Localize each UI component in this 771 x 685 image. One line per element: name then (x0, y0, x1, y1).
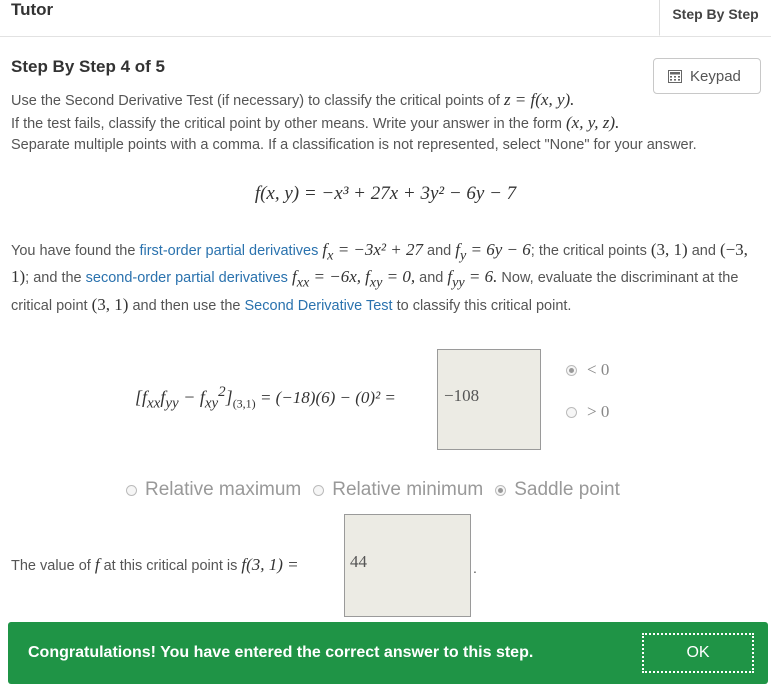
problem-instructions: Use the Second Derivative Test (if neces… (11, 89, 731, 156)
text: and then use the (128, 297, 245, 314)
discriminant-answer: −108 (444, 386, 480, 405)
value-question: The value of f at this critical point is… (11, 555, 299, 574)
step-heading: Step By Step 4 of 5 (11, 57, 165, 76)
option-label: Relative minimum (332, 479, 484, 500)
fxy-math: fxy = 0, (365, 267, 416, 291)
critical-point-1: (3, 1) (650, 240, 688, 259)
option-label: < 0 (587, 360, 610, 379)
period: . (473, 560, 477, 576)
sign-option-positive[interactable]: > 0 (566, 402, 609, 422)
tutor-header: Tutor Step By Step (0, 0, 771, 37)
value-answer-box[interactable]: 44 (344, 514, 471, 617)
intro-line2: If the test fails, classify the critical… (11, 116, 566, 132)
fx-math: fx = −3x² + 27 (322, 240, 423, 264)
option-relative-minimum[interactable]: Relative minimum (313, 479, 483, 501)
ok-button[interactable]: OK (642, 633, 754, 673)
radio-icon[interactable] (126, 484, 137, 496)
function-formula: f(x, y) = −x³ + 27x + 3y² − 6y − 7 (254, 183, 517, 204)
derivatives-summary: You have found the first-order partial d… (11, 239, 756, 317)
fyy-math: fyy = 6. (447, 267, 498, 291)
success-message: Congratulations! You have entered the co… (28, 644, 534, 661)
first-order-derivatives-link[interactable]: first-order partial derivatives (139, 243, 318, 259)
option-relative-maximum[interactable]: Relative maximum (126, 479, 301, 501)
text: and (687, 243, 720, 259)
option-label: Saddle point (514, 479, 620, 500)
radio-icon[interactable] (566, 364, 577, 376)
radio-icon[interactable] (495, 484, 507, 496)
critical-point-3: (3, 1) (91, 294, 129, 314)
text: and (415, 270, 448, 287)
tab-step-by-step[interactable]: Step By Step (659, 0, 771, 36)
text: ; the critical points (530, 243, 651, 259)
fxx-math: fxx = −6x, (291, 267, 362, 291)
keypad-icon (668, 69, 682, 83)
success-banner: Congratulations! You have entered the co… (8, 622, 768, 684)
discriminant-expression: [fxxfyy − fxy2](3,1) = (−18)(6) − (0)² = (135, 384, 396, 412)
text: ; and the (25, 270, 86, 287)
option-saddle-point[interactable]: Saddle point (495, 479, 620, 501)
page-title: Tutor (11, 0, 54, 19)
intro-line1: Use the Second Derivative Test (if neces… (11, 93, 504, 109)
text: You have found the (11, 243, 140, 259)
radio-icon[interactable] (313, 484, 325, 496)
intro-math-form: (x, y, z). (565, 113, 620, 132)
text: to classify this critical point. (392, 297, 572, 314)
radio-icon[interactable] (566, 406, 577, 418)
classification-options: Relative maximum Relative minimum Saddle… (126, 479, 632, 501)
fy-math: fy = 6y − 6 (455, 240, 531, 264)
intro-line3: Separate multiple points with a comma. I… (11, 137, 697, 153)
second-derivative-test-link[interactable]: Second Derivative Test (245, 298, 393, 314)
text: and (423, 243, 456, 259)
option-label: > 0 (587, 402, 610, 421)
keypad-label: Keypad (690, 67, 741, 85)
sign-option-negative[interactable]: < 0 (566, 360, 609, 380)
option-label: Relative maximum (145, 479, 302, 500)
value-answer: 44 (350, 552, 367, 571)
second-order-derivatives-link[interactable]: second-order partial derivatives (86, 270, 288, 286)
intro-math-z: z = f(x, y). (503, 90, 575, 109)
discriminant-answer-box[interactable]: −108 (437, 349, 541, 450)
